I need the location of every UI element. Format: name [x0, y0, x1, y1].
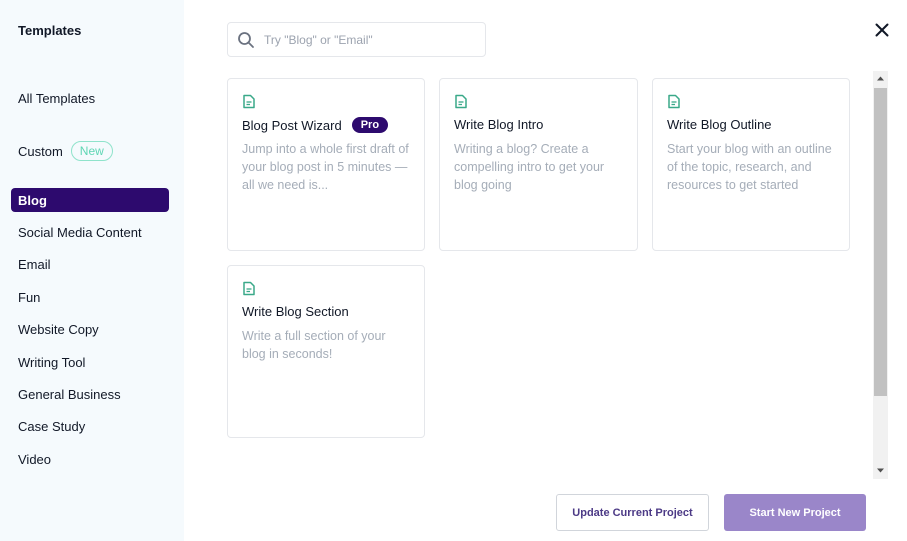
new-badge: New	[70, 141, 113, 161]
sidebar-item-label: Writing Tool	[18, 354, 86, 370]
sidebar-title: Templates	[18, 23, 82, 38]
document-icon	[455, 94, 467, 109]
scroll-down-arrow-icon[interactable]	[873, 463, 888, 478]
scroll-up-arrow-icon[interactable]	[873, 71, 888, 86]
card-title-text: Write Blog Section	[242, 304, 349, 319]
sidebar-item-blog[interactable]: Blog	[11, 188, 169, 212]
sidebar-item-case-study[interactable]: Case Study	[11, 414, 169, 438]
document-icon	[243, 281, 255, 296]
search-box	[227, 22, 486, 57]
card-title-text: Blog Post Wizard	[242, 117, 342, 133]
document-icon	[243, 94, 255, 109]
card-title-text: Write Blog Outline	[667, 117, 772, 132]
sidebar-item-label: Custom	[18, 143, 63, 159]
template-card-write-blog-intro[interactable]: Write Blog Intro Writing a blog? Create …	[439, 78, 638, 251]
card-description: Writing a blog? Create a compelling intr…	[454, 142, 605, 192]
sidebar-item-label: Blog	[18, 192, 47, 208]
sidebar-item-fun[interactable]: Fun	[11, 285, 169, 309]
document-icon	[668, 94, 680, 109]
start-new-project-button[interactable]: Start New Project	[724, 494, 866, 531]
card-title: Write Blog Section	[242, 304, 349, 319]
template-card-blog-post-wizard[interactable]: Blog Post Wizard Pro Jump into a whole f…	[227, 78, 425, 251]
card-description: Jump into a whole first draft of your bl…	[242, 142, 409, 192]
sidebar-item-label: All Templates	[18, 90, 96, 106]
sidebar-item-general-business[interactable]: General Business	[11, 382, 169, 406]
update-current-project-button[interactable]: Update Current Project	[556, 494, 709, 531]
search-input[interactable]	[228, 23, 485, 56]
sidebar-item-label: Website Copy	[18, 321, 99, 337]
scrollbar-thumb[interactable]	[874, 88, 887, 396]
sidebar-item-website-copy[interactable]: Website Copy	[11, 317, 169, 341]
sidebar-item-social-media-content[interactable]: Social Media Content	[11, 220, 169, 244]
card-title-text: Write Blog Intro	[454, 117, 544, 132]
search-icon	[238, 32, 254, 48]
pro-badge: Pro	[351, 117, 389, 133]
sidebar: Templates All Templates Custom New Blog …	[0, 0, 184, 541]
sidebar-item-label: Social Media Content	[18, 224, 142, 240]
card-title: Write Blog Intro	[454, 117, 543, 132]
sidebar-item-custom[interactable]: Custom New	[11, 139, 169, 163]
close-icon[interactable]	[873, 21, 891, 39]
sidebar-item-label: Email	[18, 256, 51, 272]
sidebar-item-all-templates[interactable]: All Templates	[11, 86, 169, 110]
sidebar-item-label: Fun	[18, 289, 41, 305]
template-card-write-blog-outline[interactable]: Write Blog Outline Start your blog with …	[652, 78, 850, 251]
card-description: Write a full section of your blog in sec…	[242, 329, 386, 361]
template-card-write-blog-section[interactable]: Write Blog Section Write a full section …	[227, 265, 425, 438]
sidebar-item-email[interactable]: Email	[11, 252, 169, 276]
sidebar-item-video[interactable]: Video	[11, 447, 169, 471]
card-title: Write Blog Outline	[667, 117, 772, 132]
sidebar-item-label: Video	[18, 451, 52, 467]
card-description: Start your blog with an outline of the t…	[667, 142, 832, 192]
card-title: Blog Post Wizard Pro	[242, 117, 389, 133]
sidebar-item-label: General Business	[18, 386, 121, 402]
sidebar-item-writing-tool[interactable]: Writing Tool	[11, 350, 169, 374]
sidebar-item-label: Case Study	[18, 418, 86, 434]
